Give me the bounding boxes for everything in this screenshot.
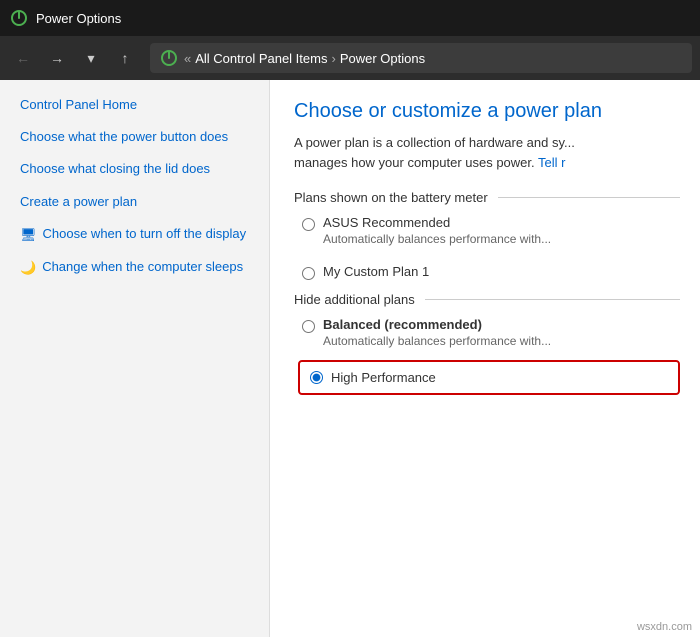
main-area: Control Panel Home Choose what the power… <box>0 80 700 637</box>
content-title: Choose or customize a power plan <box>294 100 680 123</box>
plan-desc-balanced: Automatically balances performance with.… <box>323 334 551 348</box>
up-button[interactable]: ↑ <box>110 43 140 73</box>
plan-name-balanced: Balanced (recommended) <box>323 317 551 332</box>
plan-option-high-performance-highlighted: High Performance <box>298 360 680 395</box>
watermark: wsxdn.com <box>637 621 692 633</box>
sidebar-label-close-lid: Choose what closing the lid does <box>20 160 210 178</box>
content-description: A power plan is a collection of hardware… <box>294 133 680 172</box>
sidebar-item-turn-off-display[interactable]: 🖥 Choose when to turn off the display <box>20 225 269 244</box>
address-bar-icon <box>160 49 178 67</box>
section-battery-label: Plans shown on the battery meter <box>294 190 680 205</box>
sidebar-item-create-plan[interactable]: Create a power plan <box>20 193 269 211</box>
forward-button[interactable]: → <box>42 43 72 73</box>
address-power-options: Power Options <box>340 51 425 66</box>
plans-additional-group: Balanced (recommended) Automatically bal… <box>294 317 680 348</box>
section-additional-label: Hide additional plans <box>294 292 680 307</box>
titlebar-title: Power Options <box>36 11 121 26</box>
plan-option-my-custom-plan: My Custom Plan 1 <box>302 264 680 280</box>
plan-name-asus-recommended: ASUS Recommended <box>323 215 551 230</box>
sidebar-item-close-lid[interactable]: Choose what closing the lid does <box>20 160 269 178</box>
address-prefix: « <box>184 51 191 66</box>
plan-name-my-custom-plan: My Custom Plan 1 <box>323 264 429 279</box>
radio-asus-recommended[interactable] <box>302 218 315 231</box>
radio-balanced[interactable] <box>302 320 315 333</box>
plan-name-high-performance: High Performance <box>331 370 436 385</box>
sleep-icon: 🌙 <box>20 259 36 277</box>
description-text: A power plan is a collection of hardware… <box>294 135 575 150</box>
address-all-control-panel: All Control Panel Items <box>195 51 327 66</box>
sidebar-item-control-panel-home[interactable]: Control Panel Home <box>20 96 269 114</box>
sidebar-label-sleep: Change when the computer sleeps <box>42 258 243 276</box>
sidebar: Control Panel Home Choose what the power… <box>0 80 270 637</box>
radio-my-custom-plan[interactable] <box>302 267 315 280</box>
dropdown-button[interactable]: ▾ <box>76 43 106 73</box>
navigation-bar: ← → ▾ ↑ « All Control Panel Items › Powe… <box>0 36 700 80</box>
sidebar-label-create-plan: Create a power plan <box>20 193 137 211</box>
content-area: Choose or customize a power plan A power… <box>270 80 700 637</box>
back-button[interactable]: ← <box>8 43 38 73</box>
plan-option-asus-recommended: ASUS Recommended Automatically balances … <box>302 215 680 246</box>
address-text: « All Control Panel Items › Power Option… <box>184 51 425 66</box>
plan-desc-asus-recommended: Automatically balances performance with.… <box>323 232 551 246</box>
titlebar-icon <box>10 9 28 27</box>
description-text-2: manages how your computer uses power. <box>294 155 538 170</box>
sidebar-label-turn-off-display: Choose when to turn off the display <box>43 225 247 243</box>
address-bar[interactable]: « All Control Panel Items › Power Option… <box>150 43 692 73</box>
plan-option-balanced: Balanced (recommended) Automatically bal… <box>302 317 680 348</box>
display-icon: 🖥 <box>20 226 37 244</box>
sidebar-item-sleep[interactable]: 🌙 Change when the computer sleeps <box>20 258 269 277</box>
radio-high-performance[interactable] <box>310 371 323 384</box>
address-separator: › <box>331 51 335 66</box>
sidebar-label-control-panel-home: Control Panel Home <box>20 96 137 114</box>
tell-me-more-link[interactable]: Tell r <box>538 155 565 170</box>
sidebar-label-power-button: Choose what the power button does <box>20 128 228 146</box>
plans-battery-group: ASUS Recommended Automatically balances … <box>294 215 680 280</box>
sidebar-item-power-button[interactable]: Choose what the power button does <box>20 128 269 146</box>
title-bar: Power Options <box>0 0 700 36</box>
